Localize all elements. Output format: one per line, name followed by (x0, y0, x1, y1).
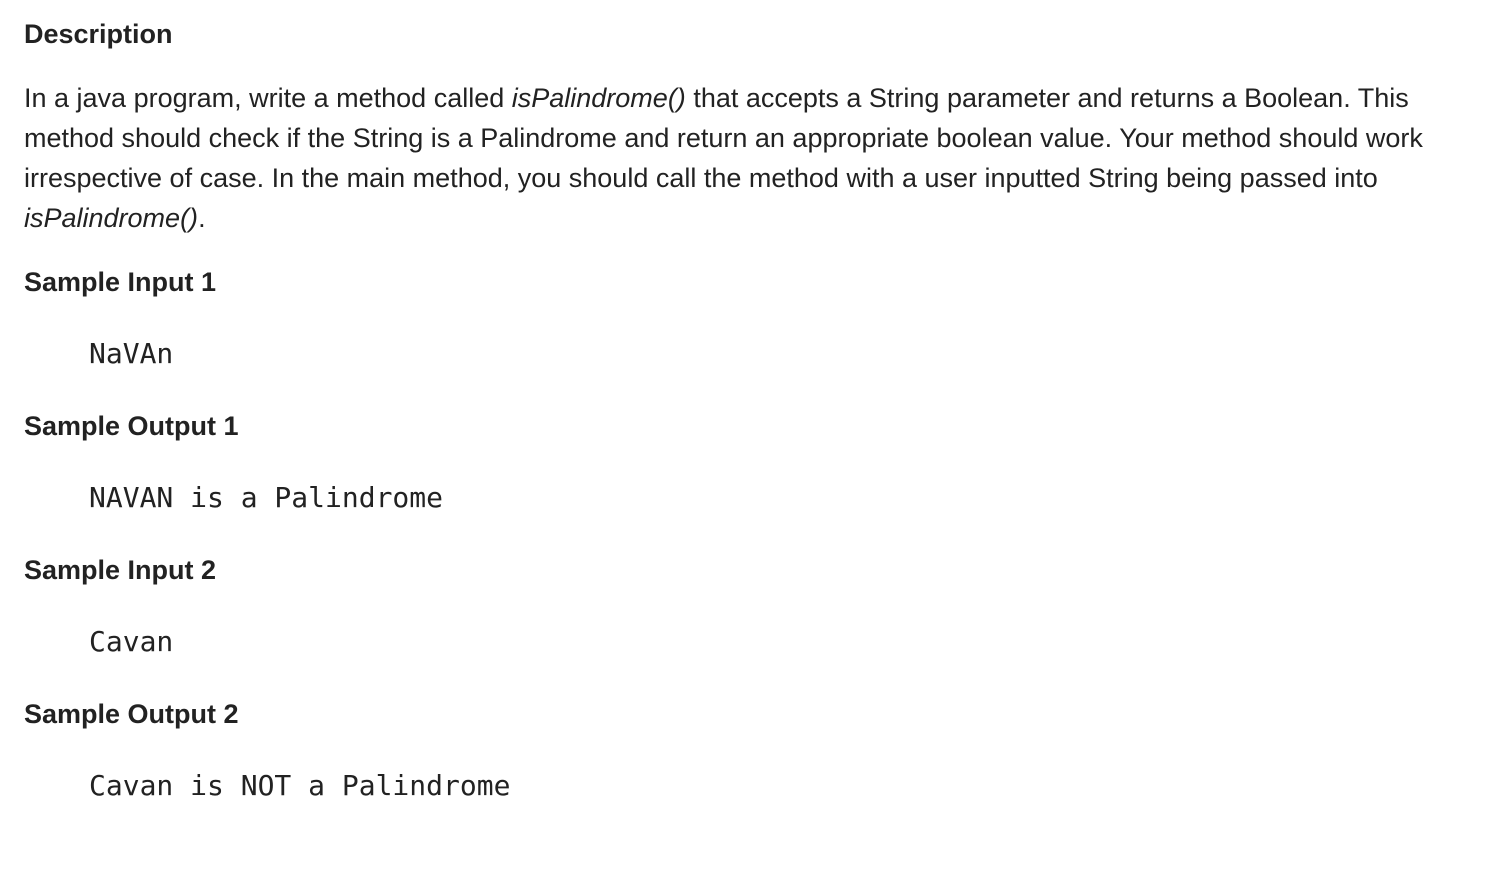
method-name: isPalindrome() (24, 203, 199, 233)
method-name: isPalindrome() (511, 83, 686, 113)
sample-input-2-heading: Sample Input 2 (24, 555, 217, 585)
sample-input-2-code: Cavan (89, 625, 174, 658)
sample-output-1-code: NAVAN is a Palindrome (89, 481, 444, 514)
sample-output-1-heading: Sample Output 1 (24, 411, 239, 441)
sample-output-2-code: Cavan is NOT a Palindrome (89, 769, 511, 802)
sample-input-1-heading: Sample Input 1 (24, 267, 217, 297)
paragraph-text: In a java program, write a method called (24, 83, 512, 113)
sample-input-1-code: NaVAn (89, 337, 174, 370)
paragraph-text: . (198, 203, 206, 233)
description-paragraph: In a java program, write a method called… (24, 78, 1486, 238)
sample-output-2-heading: Sample Output 2 (24, 699, 239, 729)
description-heading: Description (24, 19, 173, 49)
